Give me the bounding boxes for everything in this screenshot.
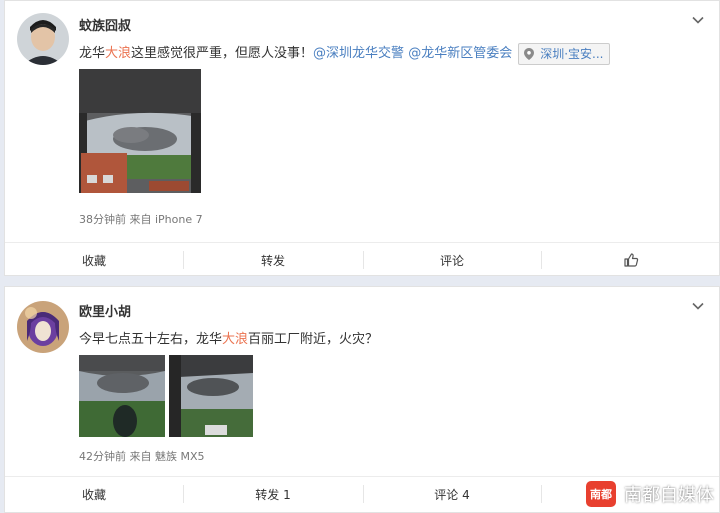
forward-button[interactable]: 转发 (183, 243, 363, 277)
text-after: 百丽工厂附近，火灾？ (248, 332, 379, 347)
text-before: 龙华 (79, 46, 106, 61)
comment-button[interactable]: 评论 (363, 243, 541, 277)
highlight-keyword[interactable]: 大浪 (222, 332, 248, 347)
like-button[interactable] (541, 243, 720, 277)
text-after: 这里感觉很严重，但愿人没事！ (131, 46, 314, 61)
divider (541, 485, 542, 503)
location-chip[interactable]: 深圳·宝安... (518, 42, 611, 65)
forward-button[interactable]: 转发 1 (183, 477, 363, 511)
mention-link[interactable]: @龙华新区管委会 (408, 46, 512, 61)
favorite-button[interactable]: 收藏 (5, 243, 183, 277)
favorite-label: 收藏 (81, 487, 106, 502)
post-image[interactable] (79, 355, 165, 437)
favorite-button[interactable]: 收藏 (5, 477, 183, 511)
watermark-badge: 南都 (586, 481, 616, 507)
comment-label: 评论 (439, 253, 464, 268)
post-meta: 42分钟前 来自 魅族 MX5 (79, 450, 205, 463)
post-meta: 38分钟前 来自 iPhone 7 (79, 213, 203, 226)
chevron-down-icon[interactable] (691, 299, 705, 313)
highlight-keyword[interactable]: 大浪 (105, 46, 131, 61)
post-image[interactable] (79, 69, 201, 193)
text-before: 今早七点五十左右，龙华 (79, 332, 223, 347)
weibo-post-card: 蚊族囧叔 龙华大浪这里感觉很严重，但愿人没事！@深圳龙华交警 @龙华新区管委会 深… (4, 0, 720, 276)
favorite-label: 收藏 (81, 253, 106, 268)
location-pin-icon (524, 47, 535, 60)
forward-label: 转发 1 (255, 487, 291, 502)
post-image[interactable] (169, 355, 253, 437)
post-actions: 收藏 转发 评论 (5, 242, 719, 276)
weibo-post-card: 欧里小胡 今早七点五十左右，龙华大浪百丽工厂附近，火灾？ 42分钟前 来自 魅族… (4, 286, 720, 513)
post-text: 今早七点五十左右，龙华大浪百丽工厂附近，火灾？ (79, 328, 378, 347)
username[interactable]: 欧里小胡 (79, 301, 131, 320)
comment-label: 评论 4 (434, 487, 470, 502)
media-watermark: 南都 南都自媒体 (586, 481, 714, 507)
user-avatar[interactable] (17, 301, 69, 353)
comment-button[interactable]: 评论 4 (363, 477, 541, 511)
location-text: 深圳·宝安... (540, 46, 604, 61)
thumbs-up-icon (624, 253, 639, 267)
user-avatar[interactable] (17, 13, 69, 65)
watermark-text: 南都自媒体 (624, 485, 714, 506)
forward-label: 转发 (260, 253, 285, 268)
mention-link[interactable]: @深圳龙华交警 (313, 46, 404, 61)
username[interactable]: 蚊族囧叔 (79, 15, 131, 34)
chevron-down-icon[interactable] (691, 13, 705, 27)
post-text: 龙华大浪这里感觉很严重，但愿人没事！@深圳龙华交警 @龙华新区管委会 深圳·宝安.… (79, 42, 611, 65)
